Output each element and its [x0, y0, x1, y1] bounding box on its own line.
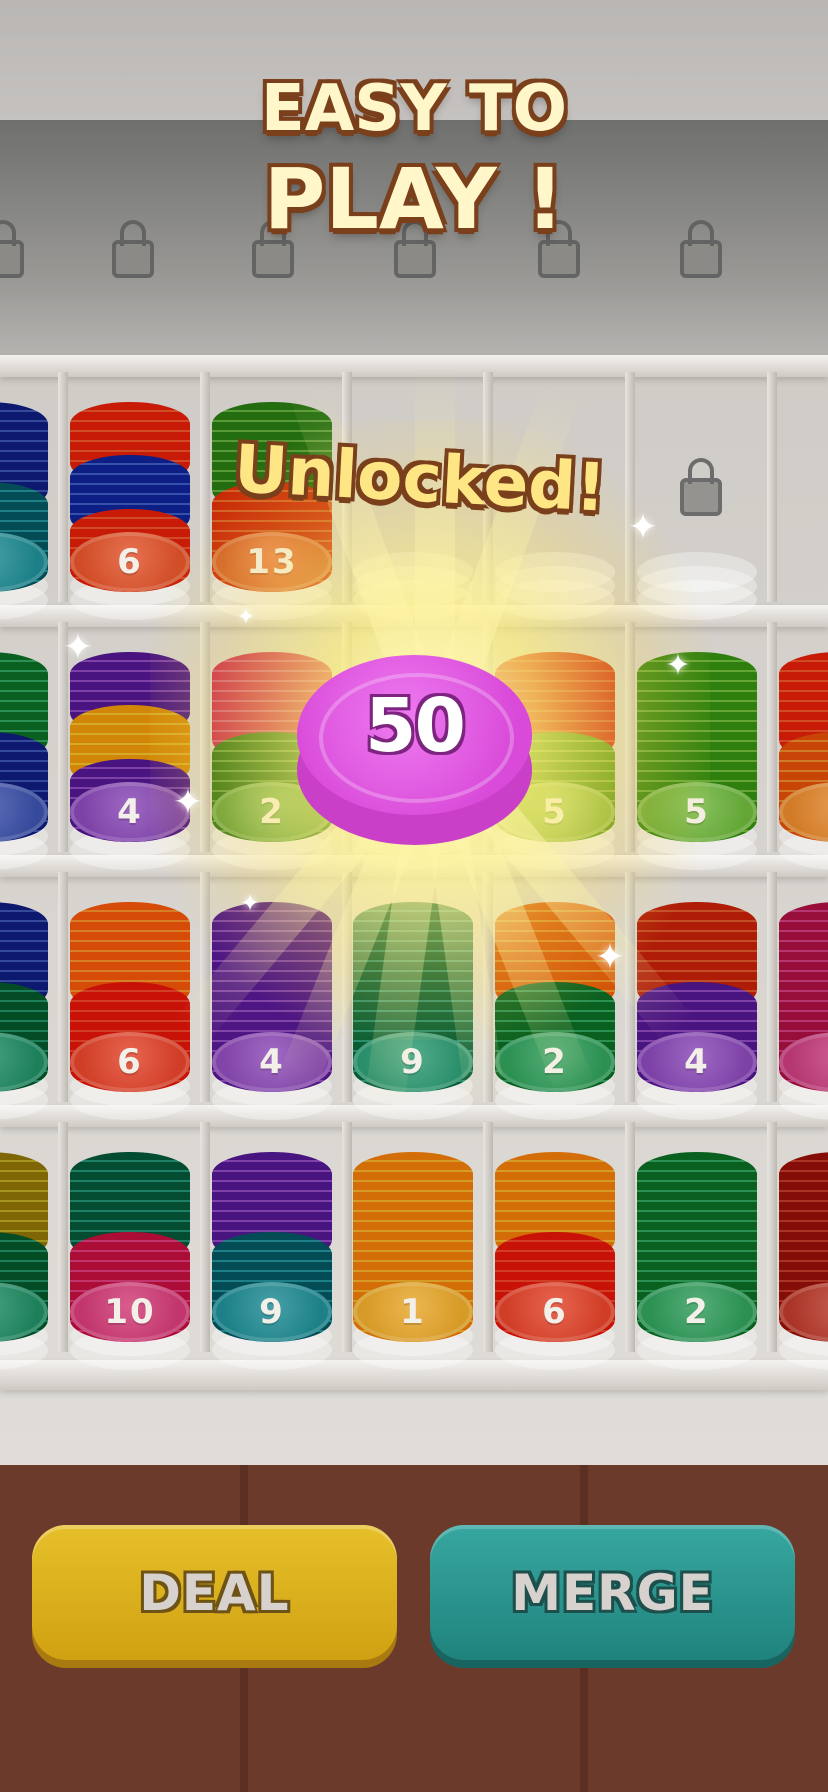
coin-count: 2 — [0, 792, 1, 832]
coin-stack[interactable]: 2 — [637, 1122, 757, 1342]
sparkle-icon: ✦ — [172, 782, 204, 823]
coin-stack[interactable]: 6 — [495, 1122, 615, 1342]
coin-stack[interactable]: 2 — [0, 622, 48, 842]
coin-top: 4 — [637, 1032, 757, 1092]
coin-count: 6 — [117, 1042, 143, 1082]
coin-value: 50 — [365, 683, 466, 769]
deal-button[interactable]: DEAL — [32, 1525, 397, 1660]
slot-divider — [200, 1122, 210, 1352]
coin-count: 6 — [117, 542, 143, 582]
slot-divider — [58, 872, 68, 1102]
coin-count: 2 — [684, 1292, 710, 1332]
sparkle-icon: ✦ — [236, 605, 256, 630]
sparkle-icon: ✦ — [665, 648, 691, 683]
coin-count: 1 — [400, 1292, 426, 1332]
coin-stack[interactable] — [0, 372, 48, 592]
slot-divider — [767, 372, 777, 602]
coin-count: 4 — [117, 792, 143, 832]
coin-count: 10 — [104, 1292, 156, 1332]
slot-divider — [767, 1122, 777, 1352]
coin-stack[interactable]: 9 — [212, 1122, 332, 1342]
sparkle-icon: ✦ — [239, 889, 261, 917]
coin-top: 10 — [70, 1282, 190, 1342]
coin-stack[interactable]: 7 — [0, 872, 48, 1092]
coin-stack[interactable]: 1 — [779, 622, 828, 842]
coin-count: 7 — [0, 1292, 1, 1332]
slot-divider — [625, 1122, 635, 1352]
title-line-1: EASY TO — [260, 72, 568, 146]
coin-stack[interactable]: 1 — [779, 872, 828, 1092]
coin-top: 2 — [637, 1282, 757, 1342]
coin-stack[interactable]: 1 — [353, 1122, 473, 1342]
sparkle-icon: ✦ — [627, 507, 659, 548]
sparkle-icon: ✦ — [594, 937, 626, 978]
merge-button[interactable]: MERGE — [430, 1525, 795, 1660]
coin-count: 9 — [259, 1292, 285, 1332]
coin-top: 1 — [353, 1282, 473, 1342]
coin-stack[interactable]: 10 — [70, 1122, 190, 1342]
coin-top: 9 — [212, 1282, 332, 1342]
slot-divider — [58, 372, 68, 602]
coin-stack[interactable]: 8 — [779, 1122, 828, 1342]
coin-top: 6 — [495, 1282, 615, 1342]
slot-divider — [342, 1122, 352, 1352]
coin-top: 6 — [70, 1032, 190, 1092]
unlocked-coin: 50 — [297, 655, 532, 855]
slot-divider — [767, 872, 777, 1102]
slot-divider — [483, 1122, 493, 1352]
game-scene: 613242551764924171091628 50 Unlocked! EA… — [0, 0, 828, 1792]
coin-stack[interactable]: 7 — [0, 1122, 48, 1342]
slot-divider — [58, 1122, 68, 1352]
slot-divider — [767, 622, 777, 852]
coin-count: 6 — [542, 1292, 568, 1332]
sparkle-icon: ✦ — [62, 627, 94, 668]
coin-count: 7 — [0, 1042, 1, 1082]
coin-count: 4 — [684, 1042, 710, 1082]
title-line-2: PLAY ! — [263, 150, 565, 248]
